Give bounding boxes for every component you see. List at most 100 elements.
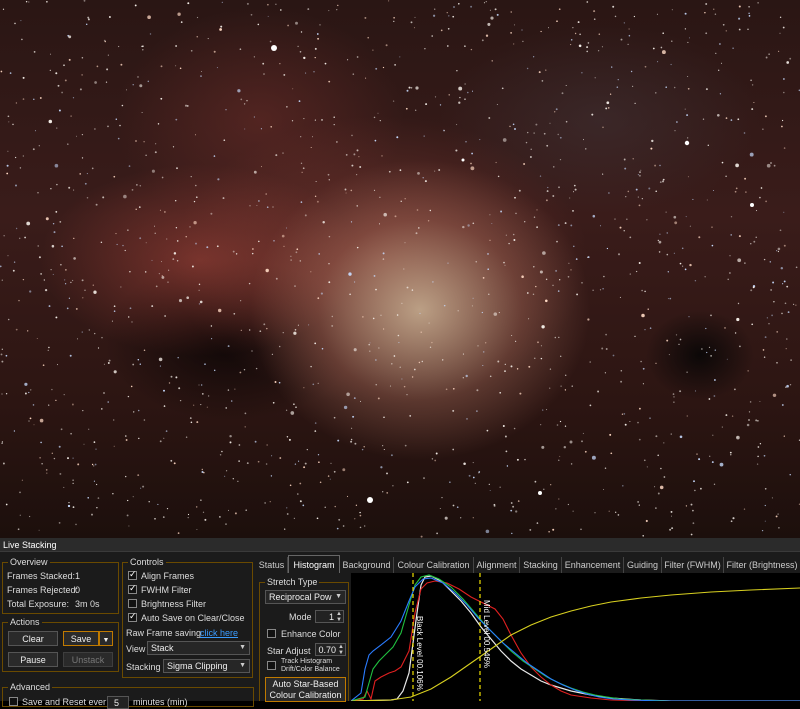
stretch-type-select[interactable]: Reciprocal Pow ▼ xyxy=(265,590,346,604)
star xyxy=(540,345,542,347)
star xyxy=(382,252,385,255)
star xyxy=(738,28,741,31)
tab-enhancement[interactable]: Enhancement xyxy=(562,557,624,573)
star xyxy=(132,363,135,366)
star xyxy=(459,96,461,99)
star-adjust-spinner[interactable]: 0.70 ▲ ▼ xyxy=(315,643,346,656)
tab-guiding[interactable]: Guiding xyxy=(624,557,662,573)
star xyxy=(225,407,227,409)
star xyxy=(657,492,660,495)
star xyxy=(317,297,320,300)
star xyxy=(732,47,734,50)
star xyxy=(68,501,70,504)
star xyxy=(605,107,608,110)
star xyxy=(221,1,223,3)
star xyxy=(289,484,292,487)
star xyxy=(381,155,383,157)
star xyxy=(667,271,669,273)
star xyxy=(115,118,118,121)
star xyxy=(380,314,382,317)
star xyxy=(103,363,105,365)
star xyxy=(612,5,615,8)
star xyxy=(684,28,687,30)
star xyxy=(331,324,334,327)
star xyxy=(193,221,197,225)
star xyxy=(279,9,282,11)
star xyxy=(328,10,330,12)
histogram-plot[interactable]: Black Level 00.106% Mid Level 00.546% xyxy=(351,573,800,701)
star xyxy=(358,156,360,158)
tab-alignment[interactable]: Alignment xyxy=(474,557,520,573)
star xyxy=(81,74,83,76)
star xyxy=(751,84,754,86)
star xyxy=(196,36,198,38)
star xyxy=(558,336,560,339)
save-reset-checkbox[interactable] xyxy=(9,697,18,706)
tab-histogram[interactable]: Histogram xyxy=(288,555,340,573)
tab-filter-fwhm[interactable]: Filter (FWHM) xyxy=(662,557,724,573)
star xyxy=(60,428,63,431)
star xyxy=(782,283,784,285)
star xyxy=(656,13,658,15)
star xyxy=(748,419,750,421)
star xyxy=(170,375,173,378)
auto-star-calibration-button[interactable]: Auto Star-Based Colour Calibration xyxy=(265,677,346,702)
star xyxy=(580,528,582,531)
star xyxy=(149,33,152,35)
save-button[interactable]: Save xyxy=(63,631,99,646)
star xyxy=(36,337,38,340)
star xyxy=(578,44,582,48)
star xyxy=(431,35,433,37)
star xyxy=(257,460,260,463)
star xyxy=(351,164,354,167)
star xyxy=(619,296,621,298)
star xyxy=(684,12,687,15)
star xyxy=(762,349,765,351)
tab-background[interactable]: Background xyxy=(340,557,394,573)
star xyxy=(69,354,72,357)
view-select[interactable]: Stack ▼ xyxy=(147,641,250,655)
tab-stacking[interactable]: Stacking xyxy=(520,557,562,573)
star xyxy=(57,84,60,87)
star xyxy=(449,481,451,483)
unstack-button[interactable]: Unstack xyxy=(63,652,113,667)
enhance-color-checkbox[interactable] xyxy=(267,629,276,638)
star xyxy=(199,300,203,304)
star xyxy=(471,152,474,155)
star xyxy=(732,517,735,520)
star xyxy=(223,139,226,142)
star xyxy=(589,361,591,363)
track-histogram-checkbox[interactable] xyxy=(267,661,276,670)
star xyxy=(431,458,434,460)
star xyxy=(670,63,672,66)
star xyxy=(13,261,16,263)
save-dropdown-button[interactable]: ▼ xyxy=(99,631,113,646)
auto-save-checkbox[interactable] xyxy=(128,611,137,622)
star xyxy=(304,214,307,217)
tab-filter-brightness[interactable]: Filter (Brightness) xyxy=(724,557,800,573)
star xyxy=(61,245,63,248)
star xyxy=(256,204,258,207)
star xyxy=(195,242,197,245)
align-frames-checkbox[interactable] xyxy=(128,569,137,580)
clear-button[interactable]: Clear xyxy=(8,631,58,646)
star xyxy=(363,446,365,448)
tab-colour-calibration[interactable]: Colour Calibration xyxy=(394,557,474,573)
stacking-select[interactable]: Sigma Clipping ▼ xyxy=(163,659,250,673)
tab-status[interactable]: Status xyxy=(256,557,288,573)
star xyxy=(592,289,594,291)
star xyxy=(456,506,459,509)
star xyxy=(157,503,159,505)
save-reset-spinner[interactable]: 5 xyxy=(107,696,129,709)
star xyxy=(777,250,780,253)
star xyxy=(379,119,381,122)
star xyxy=(443,129,445,132)
mode-spinner[interactable]: 1 ▲ ▼ xyxy=(315,610,344,623)
star xyxy=(53,457,56,460)
pause-button[interactable]: Pause xyxy=(8,652,58,667)
raw-frame-link[interactable]: click here xyxy=(200,628,238,638)
star xyxy=(504,363,506,366)
star xyxy=(40,441,42,444)
fwhm-filter-checkbox[interactable] xyxy=(128,583,137,594)
brightness-filter-checkbox[interactable] xyxy=(128,599,137,608)
